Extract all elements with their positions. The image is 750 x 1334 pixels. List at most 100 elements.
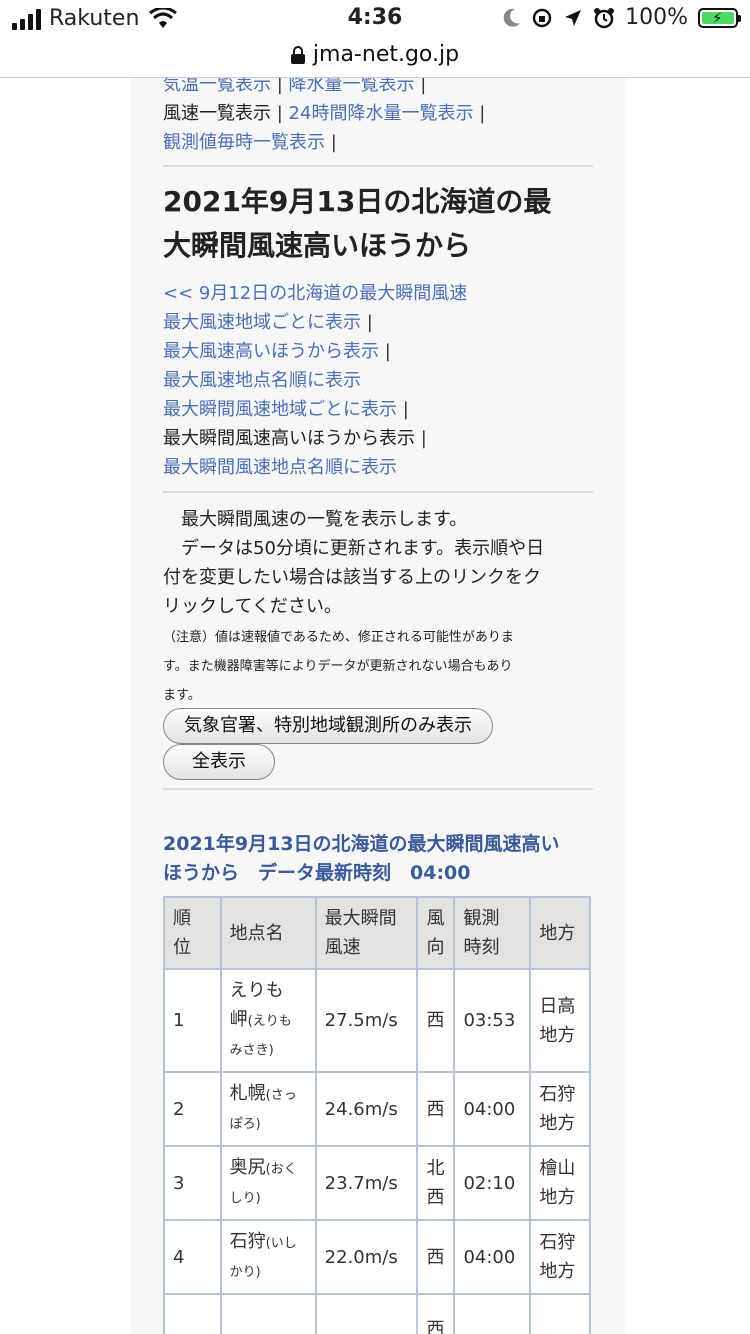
wind-direction-text: 北 (426, 1158, 445, 1179)
wind-direction-text: 西 (426, 1010, 445, 1031)
battery-icon: ⚡ (698, 7, 741, 28)
wind-direction-text: 西 (426, 1187, 445, 1208)
region-text: 檜山 (539, 1158, 576, 1179)
table-header-row: 順位地点名 最大瞬間 風速風向観測 時刻 地方 (163, 896, 591, 970)
top-nav-row: 気温一覧表示 | 降水量一覧表示 | (163, 78, 593, 99)
table-row: 西 (163, 1293, 591, 1334)
nav-separator: | (402, 399, 409, 420)
table-header-cell: 風向 (416, 896, 456, 970)
station-name: 岬 (229, 1009, 248, 1030)
nav-separator: | (276, 103, 283, 124)
station-reading: (えりも (247, 1014, 292, 1029)
display-nav-row: 最大風速高いほうから表示 | (163, 337, 593, 366)
alarm-icon (594, 7, 615, 28)
region-text: 地方 (539, 1024, 576, 1046)
station-reading: かり) (229, 1265, 261, 1280)
signal-icon (12, 8, 41, 30)
observed-time-cell: 04:00 (453, 1071, 532, 1147)
top-nav-link[interactable]: 観測値毎時一覧表示 (163, 132, 325, 153)
url-bar[interactable]: jma-net.go.jp (0, 40, 750, 78)
station-cell: 札幌(さっぽろ) (219, 1071, 317, 1147)
table-row: 3 奥尻(おく しり) 23.7m/s 北西 02:10 檜山 地方 (163, 1145, 591, 1221)
station-cell: 石狩(いしかり) (219, 1219, 317, 1295)
notice: （注意）値は速報値であるため、修正される可能性がありま す。また機器障害等により… (163, 623, 593, 710)
show-all-button[interactable]: 全表示 (163, 744, 275, 780)
station-reading: (おく (265, 1162, 297, 1177)
table-header-text: 最大瞬間 (324, 908, 397, 929)
nav-separator: | (330, 132, 337, 153)
description-line: 最大瞬間風速の一覧を表示します。 (163, 509, 468, 530)
wind-direction-cell: 西 (416, 1071, 456, 1147)
station-reading: (さっ (265, 1088, 297, 1103)
display-nav-link[interactable]: 最大瞬間風速地域ごとに表示 (163, 399, 397, 420)
station-reading: みさき) (229, 1043, 274, 1058)
table-caption-line: 2021年9月13日の北海道の最大瞬間風速高い (163, 833, 560, 855)
region-cell: 石狩 地方 (529, 1071, 591, 1147)
table-row: 2 札幌(さっ ぽろ) 24.6m/s 西 04:00 石狩 地方 (163, 1071, 591, 1147)
table-caption-line: ほうから データ最新時刻 04:00 (163, 862, 471, 884)
page-content: 気温一覧表示 | 降水量一覧表示 | 風速一覧表示 | 24時間降水量一覧表示 … (130, 78, 626, 1334)
description-line: 付を変更したい場合は該当する上のリンクをク (163, 567, 541, 588)
table-header-text: 向 (426, 937, 445, 958)
description-line: リックしてください。 (163, 596, 342, 617)
region-cell: 石狩 地方 (529, 1219, 591, 1295)
nav-separator: | (420, 428, 427, 449)
display-nav-link[interactable]: 最大風速高いほうから表示 (163, 341, 379, 362)
table-header-text: 風 (426, 908, 445, 929)
notice-line: （注意）値は速報値であるため、修正される可能性がありま (163, 630, 514, 645)
max-gust-cell: 24.6m/s (314, 1071, 419, 1147)
top-nav-link[interactable]: 気温一覧表示 (163, 78, 271, 95)
table-header-text: 地点名 (229, 922, 284, 944)
nav-separator: | (366, 312, 373, 333)
display-nav-row: 最大風速地点名順に表示 (163, 366, 593, 395)
wind-direction-cell: 北西 (416, 1145, 456, 1221)
wind-direction-cell: 西 (416, 1219, 456, 1295)
station-reading: しり) (229, 1191, 261, 1206)
wind-direction-text: 西 (426, 1246, 445, 1268)
top-nav-link[interactable]: 24時間降水量一覧表示 (289, 103, 474, 124)
table-header-cell: 最大瞬間 風速 (314, 896, 419, 970)
display-nav: << 9月12日の北海道の最大瞬間風速 最大風速地域ごとに表示 | 最大風速高いほう… (163, 279, 593, 482)
table-row: 1 えりも 岬(えりも みさき) 27.5m/s 西 03:53 日高 地方 (163, 968, 591, 1073)
observed-time-cell: 04:00 (453, 1219, 532, 1295)
battery-percent: 100% (625, 5, 688, 30)
station-name-line: 石狩(いし (230, 1227, 307, 1258)
page-title-line: 2021年9月13日の北海道の最 (163, 185, 552, 218)
station-reading: ぽろ) (229, 1117, 261, 1132)
station-name-line: 札幌(さっ (230, 1079, 307, 1110)
table-header-text: 風速 (324, 937, 361, 958)
table-header-text: 位 (173, 937, 191, 958)
observed-time-cell (453, 1293, 532, 1334)
nav-separator: | (276, 78, 283, 95)
nav-separator: | (479, 103, 486, 124)
nav-separator: | (420, 78, 427, 95)
table-header-cell: 地点名 (219, 896, 317, 970)
display-nav-current: 最大瞬間風速高いほうから表示 (163, 428, 415, 449)
region-text: 地方 (539, 1187, 576, 1208)
display-nav-row: 最大風速地域ごとに表示 | (163, 308, 593, 337)
station-name: 石狩 (229, 1231, 266, 1252)
carrier-name: Rakuten (49, 6, 140, 31)
display-nav-row: << 9月12日の北海道の最大瞬間風速 (163, 279, 593, 308)
top-nav-link[interactable]: 降水量一覧表示 (289, 78, 415, 95)
display-nav-link[interactable]: 最大風速地域ごとに表示 (163, 312, 361, 333)
region-text: 日高 (539, 995, 576, 1017)
rank-cell: 4 (163, 1219, 222, 1295)
table-header-text: 時刻 (463, 937, 500, 958)
table-row: 4 石狩(いし かり) 22.0m/s 西 04:00 石狩 地方 (163, 1219, 591, 1295)
wind-direction-text: 西 (426, 1318, 445, 1334)
rotation-lock-icon (532, 8, 552, 27)
display-nav-link[interactable]: << 9月12日の北海道の最大瞬間風速 (163, 283, 467, 304)
location-icon (565, 9, 582, 26)
display-nav-link[interactable]: 最大瞬間風速地点名順に表示 (163, 457, 397, 478)
table-header-cell: 地方 (529, 896, 591, 970)
display-nav-link[interactable]: 最大風速地点名順に表示 (163, 370, 361, 391)
filter-stations-button[interactable]: 気象官署、特別地域観測所のみ表示 (163, 708, 493, 744)
table-header-cell: 観測 時刻 (453, 896, 532, 970)
max-gust-cell: 23.7m/s (314, 1145, 419, 1221)
top-nav: 気温一覧表示 | 降水量一覧表示 | 風速一覧表示 | 24時間降水量一覧表示 … (163, 78, 593, 157)
table-header-text: 順 (173, 908, 191, 929)
description: 最大瞬間風速の一覧を表示します。 データは50分頃に更新されます。表示順や日 付… (163, 505, 593, 621)
url-text[interactable]: jma-net.go.jp (313, 42, 459, 67)
region-text: 地方 (539, 1261, 576, 1282)
